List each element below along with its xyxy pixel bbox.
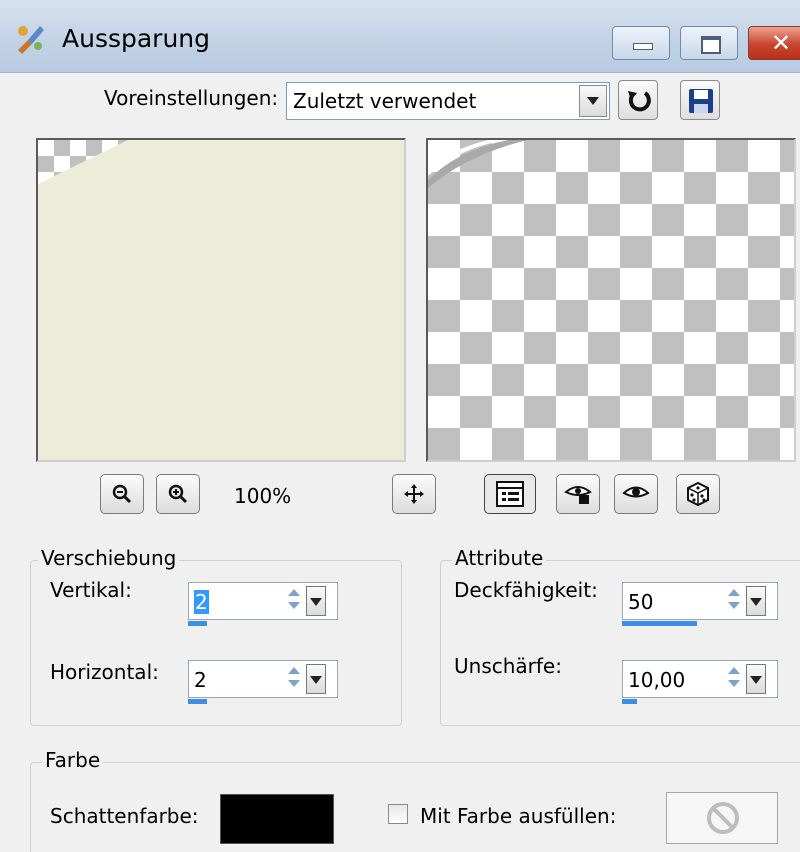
eye-button[interactable]: [614, 474, 658, 514]
presets-label: Voreinstellungen:: [104, 86, 279, 110]
vertical-value[interactable]: 2: [194, 590, 209, 614]
opacity-spinbox[interactable]: 50: [622, 582, 778, 626]
vertical-slider-fill[interactable]: [188, 621, 207, 626]
zoom-out-button[interactable]: [100, 474, 144, 514]
attributes-group-title: Attribute: [452, 546, 547, 570]
shadow-color-swatch[interactable]: [220, 794, 334, 844]
opacity-up-down-icon[interactable]: [724, 586, 744, 614]
vertical-spinbox[interactable]: 2: [188, 582, 338, 626]
window-title: Aussparung: [62, 24, 211, 53]
horizontal-label: Horizontal:: [50, 660, 159, 684]
proof-toggle-icon: [496, 481, 524, 507]
chevron-down-icon[interactable]: [579, 85, 607, 117]
shadow-color-label: Schattenfarbe:: [50, 804, 199, 828]
horizontal-slider-fill[interactable]: [188, 699, 207, 704]
save-disk-icon: [689, 89, 713, 113]
blur-value[interactable]: 10,00: [628, 668, 685, 692]
color-group-title: Farbe: [42, 748, 104, 772]
reset-arrow-icon: [628, 91, 651, 112]
maximize-button[interactable]: [680, 26, 738, 60]
zoom-in-button[interactable]: [156, 474, 200, 514]
opacity-value[interactable]: 50: [628, 590, 653, 614]
vertical-up-down-icon[interactable]: [284, 586, 304, 614]
randomize-button[interactable]: [676, 474, 720, 514]
opacity-label: Deckfähigkeit:: [454, 578, 598, 602]
blur-up-down-icon[interactable]: [724, 664, 744, 692]
zoom-out-icon: [112, 484, 132, 504]
dice-randomize-icon: [687, 481, 709, 507]
blur-slider-fill[interactable]: [622, 699, 637, 704]
result-preview: [426, 138, 796, 462]
zoom-level: 100%: [234, 484, 292, 508]
presets-dropdown[interactable]: Zuletzt verwendet: [286, 82, 610, 120]
blur-dropdown-arrow[interactable]: [746, 664, 766, 694]
eye-lock-icon: [564, 486, 592, 504]
minimize-button[interactable]: [612, 26, 670, 60]
dialog-window: Aussparung Voreinstellungen: Zuletzt ver…: [0, 0, 800, 852]
pan-move-icon: [404, 484, 424, 504]
no-fill-icon: [707, 802, 739, 834]
pan-button[interactable]: [392, 474, 436, 514]
eye-icon: [622, 486, 650, 498]
opacity-dropdown-arrow[interactable]: [746, 586, 766, 616]
original-preview[interactable]: [36, 138, 406, 462]
proof-toggle-button[interactable]: [484, 474, 536, 514]
opacity-slider-fill[interactable]: [622, 621, 697, 626]
blur-spinbox[interactable]: 10,00: [622, 660, 778, 704]
horizontal-value[interactable]: 2: [194, 668, 207, 692]
save-preset-button[interactable]: [680, 80, 720, 120]
preview-corner-transparency: [38, 140, 128, 184]
fill-color-swatch[interactable]: [666, 792, 778, 844]
horizontal-dropdown-arrow[interactable]: [306, 664, 326, 694]
close-button[interactable]: [748, 26, 800, 60]
horizontal-spinbox[interactable]: 2: [188, 660, 338, 704]
title-bar[interactable]: Aussparung: [0, 0, 800, 73]
vertical-dropdown-arrow[interactable]: [306, 586, 326, 616]
presets-selected-value: Zuletzt verwendet: [293, 89, 477, 113]
reset-defaults-button[interactable]: [618, 80, 658, 120]
horizontal-up-down-icon[interactable]: [284, 664, 304, 692]
fill-with-color-label[interactable]: Mit Farbe ausfüllen:: [420, 804, 616, 828]
fill-with-color-checkbox[interactable]: [388, 804, 408, 824]
eye-lock-button[interactable]: [556, 474, 600, 514]
offset-group-title: Verschiebung: [38, 546, 180, 570]
preview-shadow-curl: [428, 140, 528, 188]
vertical-label: Vertikal:: [50, 578, 132, 602]
app-brush-icon: [18, 26, 44, 54]
zoom-in-icon: [168, 484, 188, 504]
blur-label: Unschärfe:: [454, 654, 562, 678]
